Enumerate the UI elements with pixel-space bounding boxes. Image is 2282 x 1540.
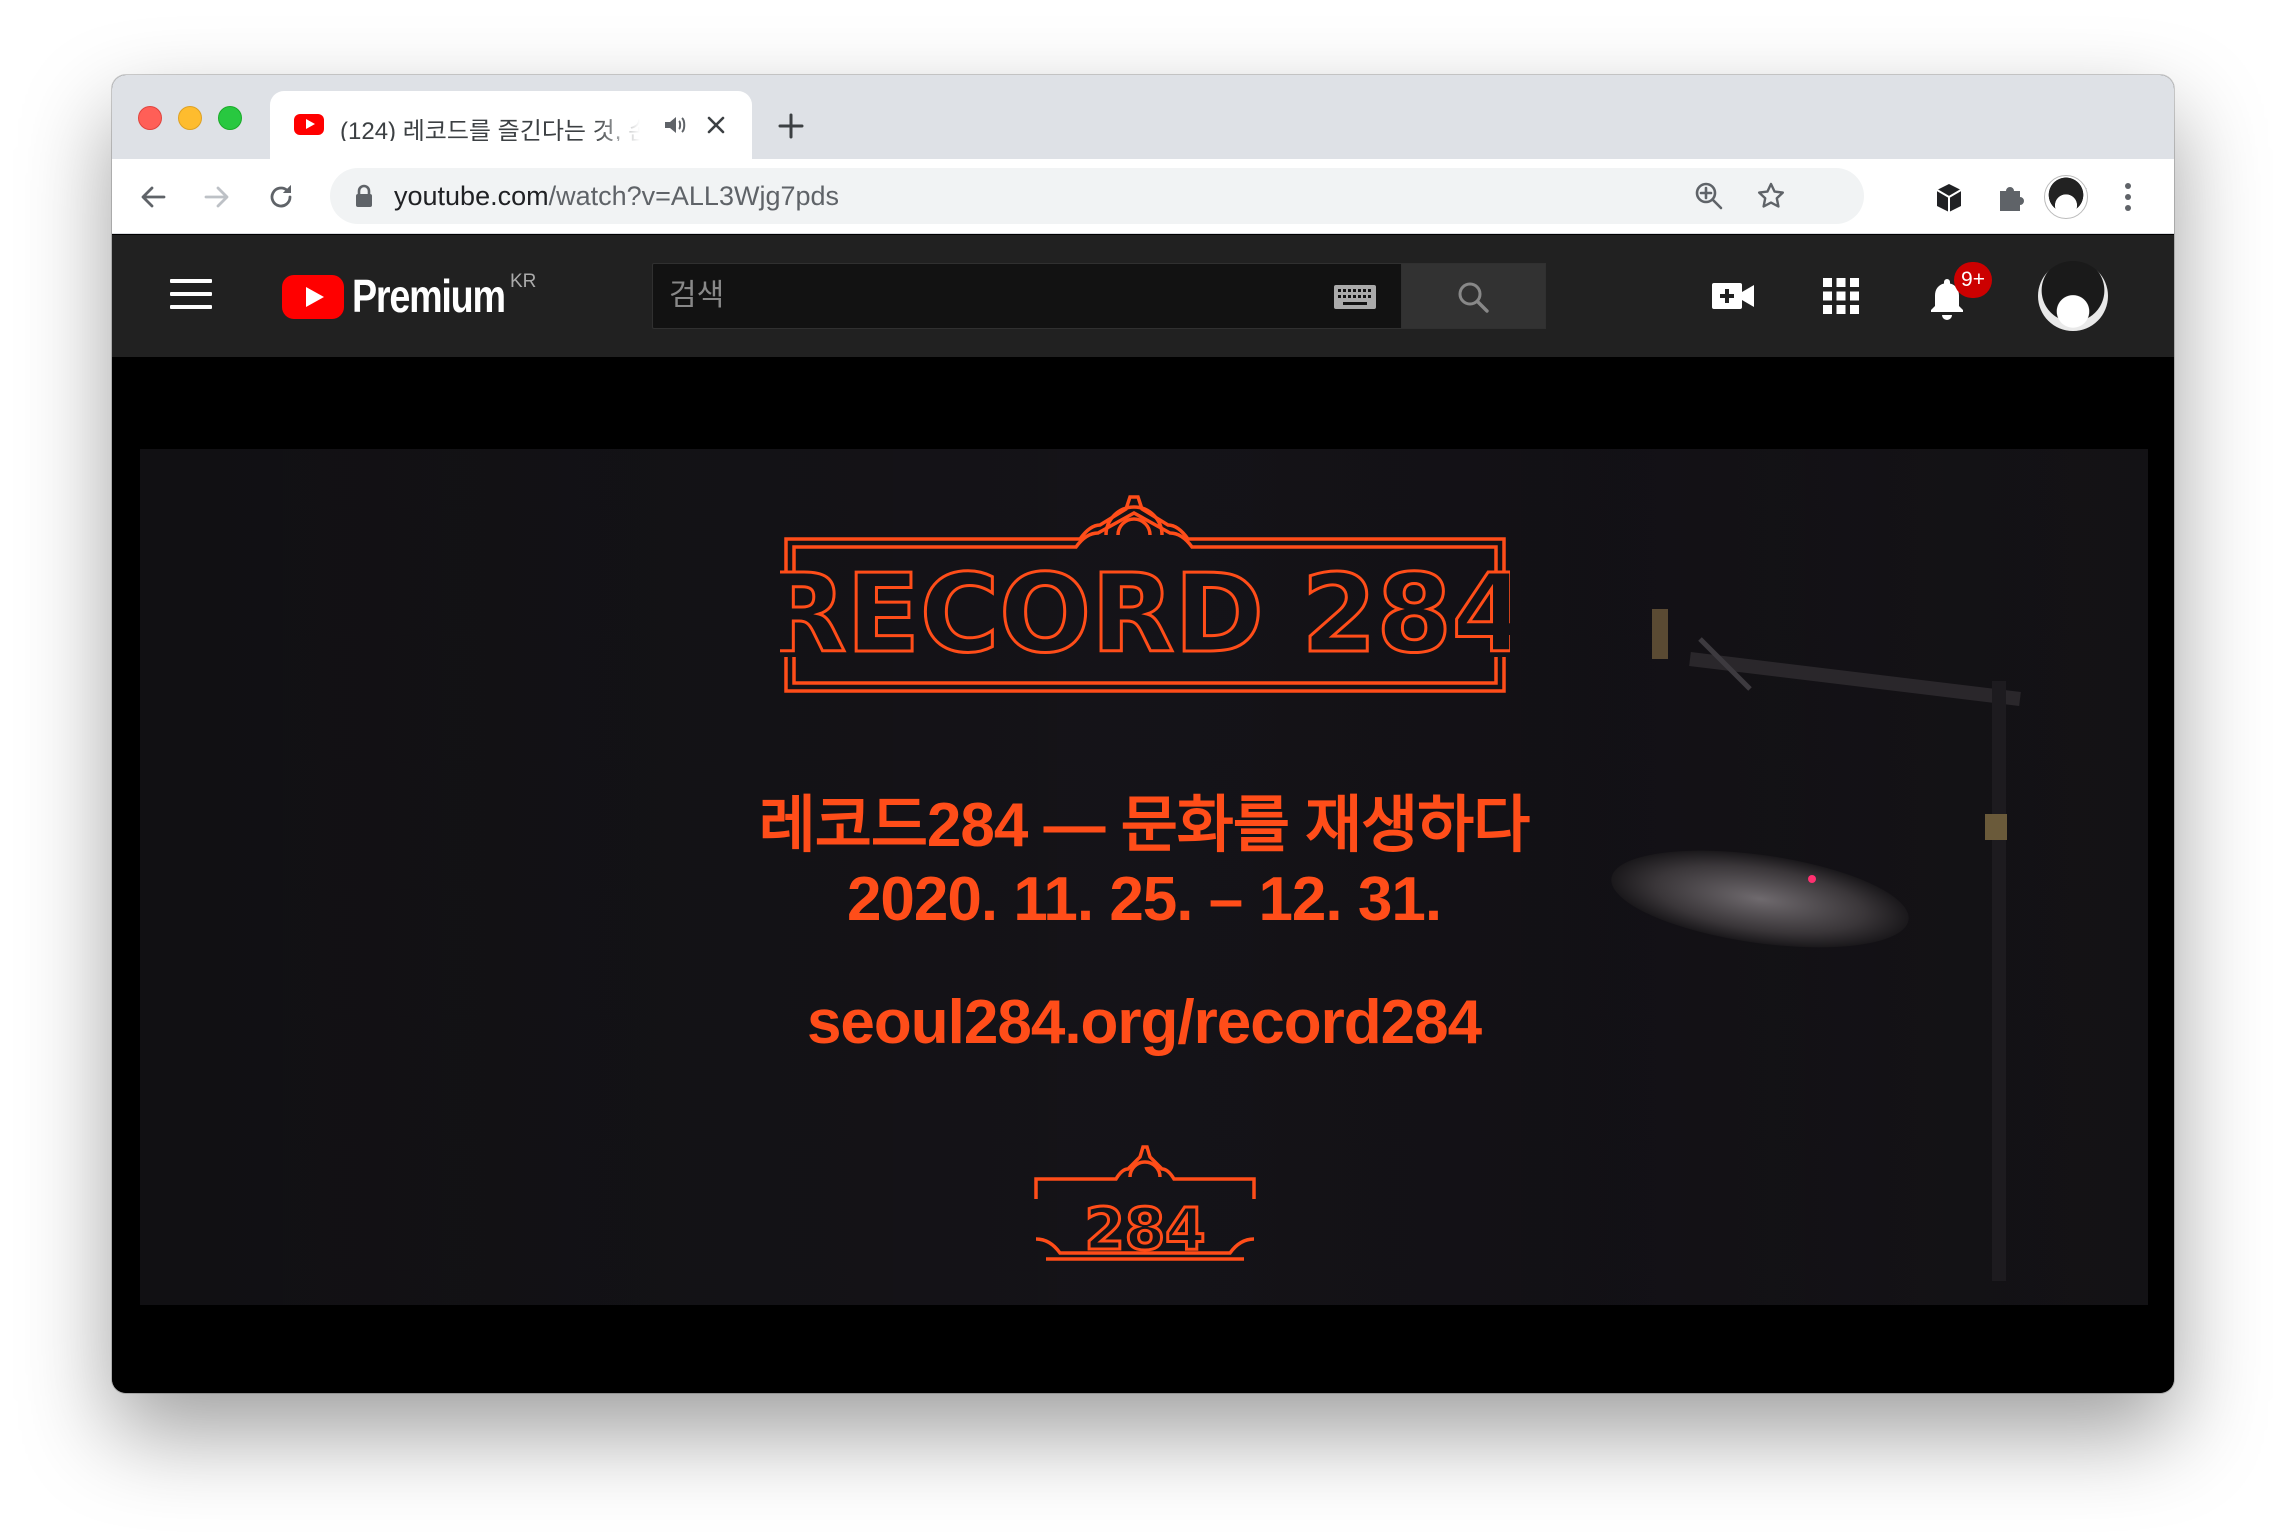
notification-count-badge: 9+ <box>1954 262 1992 298</box>
apps-grid-icon[interactable] <box>1818 273 1864 319</box>
close-window-button[interactable] <box>138 106 162 130</box>
browser-window: (124) 레코드를 즐긴다는 것, 손 youtube.com/watch?v… <box>112 75 2174 1393</box>
extension-cube-icon[interactable] <box>1932 181 1966 215</box>
browser-tab-active[interactable]: (124) 레코드를 즐긴다는 것, 손 <box>270 91 752 159</box>
search-box <box>652 263 1402 329</box>
tab-strip: (124) 레코드를 즐긴다는 것, 손 <box>112 75 2174 159</box>
country-code: KR <box>510 271 537 292</box>
zoom-icon[interactable] <box>1694 181 1724 211</box>
bookmark-star-icon[interactable] <box>1756 181 1786 211</box>
minimize-window-button[interactable] <box>178 106 202 130</box>
audio-playing-icon[interactable] <box>662 113 688 137</box>
search-input[interactable] <box>653 264 1333 328</box>
reload-icon[interactable] <box>264 180 298 214</box>
close-tab-icon[interactable] <box>704 113 728 137</box>
youtube-logo-icon[interactable] <box>282 275 344 319</box>
lock-icon[interactable] <box>354 184 374 208</box>
tab-title: (124) 레코드를 즐긴다는 것, 손 <box>340 118 640 141</box>
browser-profile-avatar[interactable] <box>2044 175 2088 219</box>
video-player[interactable]: RECORD 284 레코드284 — 문화를 재생하다 2020. 11. 2… <box>112 357 2174 1393</box>
search-button[interactable] <box>1402 263 1546 329</box>
small-284-emblem-text: 284 <box>1084 1195 1205 1263</box>
extensions-puzzle-icon[interactable] <box>1994 181 2028 215</box>
tagline-title: 레코드284 — 문화를 재생하다 <box>758 791 1531 860</box>
small-284-emblem: 284 <box>1034 1145 1256 1265</box>
tagline-url: seoul284.org/record284 <box>806 988 1482 1057</box>
browser-toolbar: youtube.com/watch?v=ALL3Wjg7pds <box>112 159 2174 234</box>
youtube-masthead: Premium KR 검색 9+ <box>112 235 2174 357</box>
user-avatar[interactable] <box>2038 261 2108 331</box>
forward-arrow-icon[interactable] <box>200 180 234 214</box>
record-284-logo-text: RECORD 284 <box>780 552 1510 677</box>
tagline-dates: 2020. 11. 25. – 12. 31. <box>846 865 1442 934</box>
video-frame[interactable]: RECORD 284 레코드284 — 문화를 재생하다 2020. 11. 2… <box>140 449 2148 1305</box>
record-284-logo: RECORD 284 <box>780 495 1510 693</box>
create-video-icon[interactable] <box>1710 273 1756 319</box>
url-text[interactable]: youtube.com/watch?v=ALL3Wjg7pds <box>394 181 839 212</box>
youtube-premium-logo[interactable]: Premium <box>352 269 506 323</box>
address-bar[interactable]: youtube.com/watch?v=ALL3Wjg7pds <box>330 168 1864 224</box>
keyboard-icon[interactable] <box>1333 284 1377 310</box>
browser-menu-icon[interactable] <box>2120 179 2136 215</box>
search-icon <box>1458 282 1489 313</box>
guide-menu-icon[interactable] <box>170 279 212 313</box>
zoom-window-button[interactable] <box>218 106 242 130</box>
back-arrow-icon[interactable] <box>136 180 170 214</box>
youtube-favicon-icon <box>294 114 324 135</box>
new-tab-plus-icon[interactable] <box>776 111 806 141</box>
